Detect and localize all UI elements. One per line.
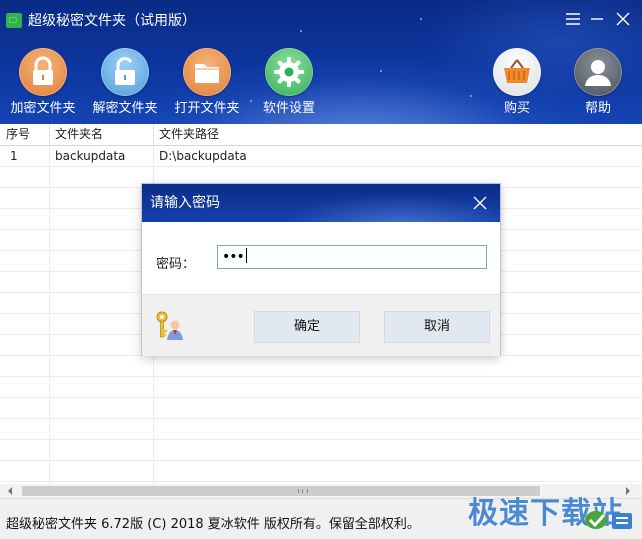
lock-icon xyxy=(19,48,67,96)
decrypt-folder-label: 解密文件夹 xyxy=(92,101,158,116)
dialog-titlebar[interactable]: 请输入密码 xyxy=(142,184,500,222)
folder-icon xyxy=(183,48,231,96)
decor-star xyxy=(300,30,302,32)
row-folder-name: backupdata xyxy=(55,149,126,163)
buy-label: 购买 xyxy=(503,101,530,116)
basket-icon xyxy=(493,48,541,96)
dialog-body: 密码： ••• xyxy=(142,222,500,294)
menu-icon[interactable] xyxy=(564,10,582,28)
scroll-left-icon[interactable] xyxy=(2,484,18,498)
copyright-text: 超级秘密文件夹 6.72版 (C) 2018 夏冰软件 版权所有。保留全部权利。 xyxy=(6,517,420,532)
gear-icon xyxy=(265,48,313,96)
unlock-icon xyxy=(101,48,149,96)
decor-star xyxy=(420,18,422,20)
table-row[interactable]: 1 backupdata D:\backupdata xyxy=(0,146,642,167)
watermark-logo-icon xyxy=(582,504,634,532)
column-header-index[interactable]: 序号 xyxy=(0,124,50,145)
open-folder-button[interactable]: 打开文件夹 xyxy=(168,48,246,122)
encrypt-folder-label: 加密文件夹 xyxy=(10,101,76,116)
table-row-empty xyxy=(0,377,642,398)
table-header: 序号 文件夹名 文件夹路径 xyxy=(0,124,642,146)
header-banner: 🗀 超级秘密文件夹（试用版） 加密文件夹 解密文件夹 打开文件夹 软件设置 购买… xyxy=(0,0,642,124)
column-header-path[interactable]: 文件夹路径 xyxy=(153,124,459,145)
decrypt-folder-button[interactable]: 解密文件夹 xyxy=(86,48,164,122)
dialog-title: 请输入密码 xyxy=(150,195,220,211)
close-icon[interactable] xyxy=(614,10,632,28)
table-row-empty xyxy=(0,419,642,440)
password-value: ••• xyxy=(222,249,245,265)
table-row-empty xyxy=(0,461,642,482)
app-logo-icon: 🗀 xyxy=(6,13,22,28)
help-button[interactable]: 帮助 xyxy=(559,48,637,122)
column-header-name[interactable]: 文件夹名 xyxy=(49,124,154,145)
decor-star xyxy=(470,95,472,97)
dialog-footer: 确定 取消 xyxy=(142,294,500,356)
buy-button[interactable]: 购买 xyxy=(478,48,556,122)
text-caret xyxy=(245,248,247,263)
password-input[interactable]: ••• xyxy=(217,245,487,269)
open-folder-label: 打开文件夹 xyxy=(174,101,240,116)
dialog-close-icon[interactable] xyxy=(472,195,488,211)
table-row-empty xyxy=(0,440,642,461)
window-title: 超级秘密文件夹（试用版） xyxy=(28,13,196,29)
decor-star xyxy=(380,70,382,72)
user-icon xyxy=(574,48,622,96)
password-dialog: 请输入密码 密码： ••• 确定 取消 xyxy=(142,184,500,356)
help-label: 帮助 xyxy=(584,101,611,116)
password-label: 密码： xyxy=(156,257,196,272)
row-folder-path: D:\backupdata xyxy=(159,149,247,163)
row-index: 1 xyxy=(10,149,18,163)
table-row-empty xyxy=(0,398,642,419)
ok-button[interactable]: 确定 xyxy=(254,311,360,343)
table-row-empty xyxy=(0,356,642,377)
settings-label: 软件设置 xyxy=(262,101,315,116)
settings-button[interactable]: 软件设置 xyxy=(250,48,328,122)
minimize-icon[interactable] xyxy=(588,10,606,28)
scrollbar-thumb[interactable] xyxy=(22,486,540,496)
cancel-button[interactable]: 取消 xyxy=(384,311,490,343)
key-user-icon xyxy=(154,310,186,342)
grip-icon xyxy=(298,489,308,493)
encrypt-folder-button[interactable]: 加密文件夹 xyxy=(4,48,82,122)
